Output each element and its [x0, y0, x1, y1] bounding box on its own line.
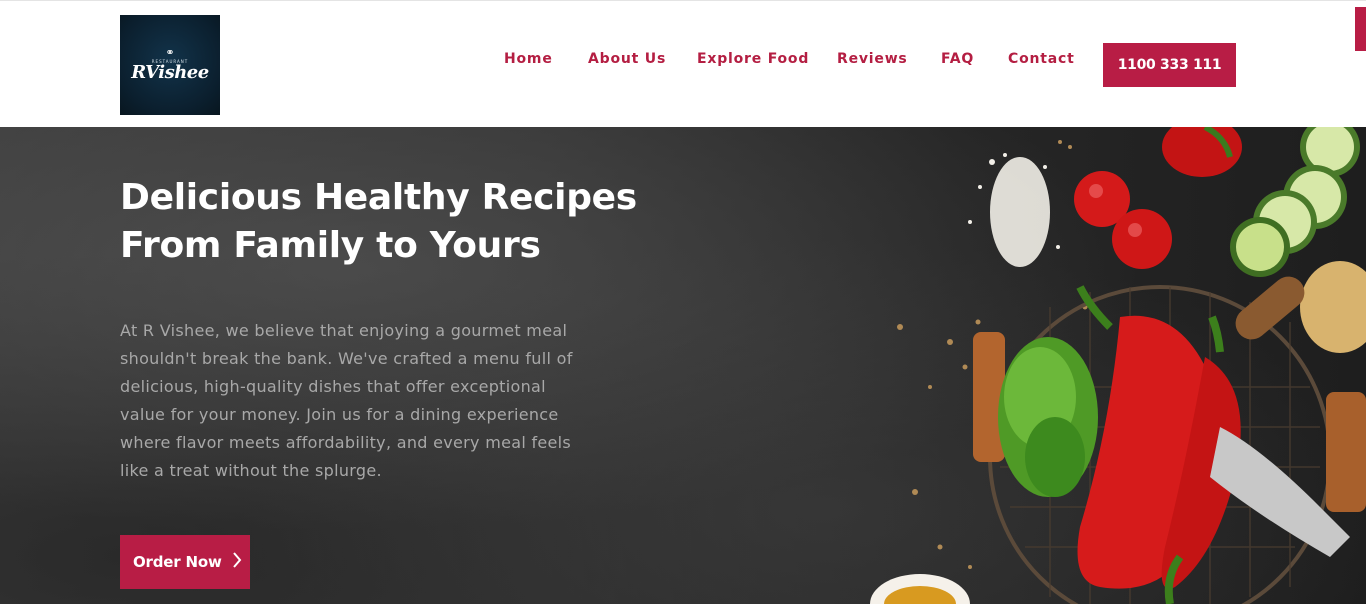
hero-title-line1: Delicious Healthy Recipes [120, 177, 637, 218]
site-header: ⚭ RESTAURANT RVishee Home About Us Explo… [0, 0, 1366, 127]
hero-title: Delicious Healthy Recipes From Family to… [120, 174, 720, 270]
vegetables-image [870, 127, 1366, 604]
order-now-button[interactable]: Order Now [120, 535, 250, 589]
nav-faq[interactable]: FAQ [941, 51, 974, 67]
logo-script-text: RVishee [131, 61, 209, 83]
phone-button[interactable]: 1100 333 111 [1103, 43, 1236, 87]
nav-contact[interactable]: Contact [1008, 51, 1075, 67]
nav-explore-food[interactable]: Explore Food [697, 51, 809, 67]
nav-reviews[interactable]: Reviews [837, 51, 908, 67]
hero-description: At R Vishee, we believe that enjoying a … [120, 321, 573, 480]
nav-about-us[interactable]: About Us [588, 51, 666, 67]
nav-home[interactable]: Home [504, 51, 553, 67]
restaurant-logo[interactable]: ⚭ RESTAURANT RVishee [120, 15, 220, 115]
side-tab[interactable] [1355, 7, 1366, 51]
order-now-label: Order Now [133, 553, 222, 571]
hero-section: Delicious Healthy Recipes From Family to… [0, 127, 1366, 604]
chevron-right-icon [232, 551, 242, 573]
chef-hat-icon: ⚭ [165, 45, 175, 59]
hero-title-line2: From Family to Yours [120, 225, 541, 266]
